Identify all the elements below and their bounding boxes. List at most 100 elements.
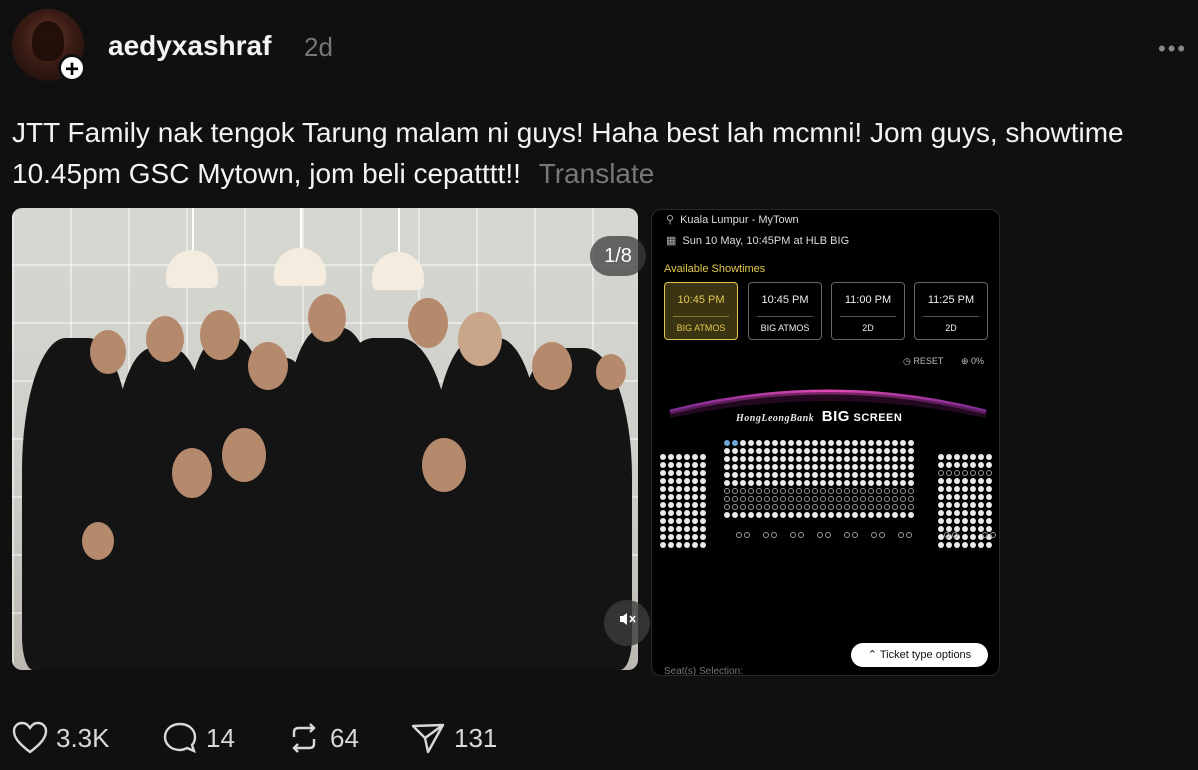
seat[interactable] — [756, 440, 762, 446]
seat[interactable] — [788, 496, 794, 502]
seat[interactable] — [676, 510, 682, 516]
seat[interactable] — [962, 462, 968, 468]
seat[interactable] — [748, 504, 754, 510]
seat[interactable] — [780, 496, 786, 502]
seat[interactable] — [804, 448, 810, 454]
seat[interactable] — [892, 504, 898, 510]
seat[interactable] — [692, 454, 698, 460]
seat[interactable] — [692, 462, 698, 468]
seat[interactable] — [740, 472, 746, 478]
seat[interactable] — [892, 456, 898, 462]
seat[interactable] — [876, 448, 882, 454]
seat[interactable] — [676, 462, 682, 468]
seat[interactable] — [970, 518, 976, 524]
seat[interactable] — [772, 480, 778, 486]
seat[interactable] — [946, 470, 952, 476]
seat[interactable] — [970, 454, 976, 460]
seat[interactable] — [852, 448, 858, 454]
seat[interactable] — [790, 532, 796, 538]
seat[interactable] — [820, 456, 826, 462]
seat[interactable] — [772, 440, 778, 446]
seat[interactable] — [986, 478, 992, 484]
seat[interactable] — [900, 472, 906, 478]
seat[interactable] — [900, 480, 906, 486]
seat[interactable] — [946, 502, 952, 508]
seat[interactable] — [668, 542, 674, 548]
seat[interactable] — [756, 512, 762, 518]
seat[interactable] — [860, 448, 866, 454]
repost-button[interactable]: 64 — [286, 718, 359, 758]
seat[interactable] — [764, 440, 770, 446]
seat[interactable] — [812, 456, 818, 462]
seat[interactable] — [756, 464, 762, 470]
seat[interactable] — [962, 518, 968, 524]
seat[interactable] — [844, 472, 850, 478]
seat[interactable] — [954, 478, 960, 484]
seat[interactable] — [828, 488, 834, 494]
seat[interactable] — [724, 464, 730, 470]
seat[interactable] — [764, 488, 770, 494]
seat[interactable] — [962, 486, 968, 492]
seat[interactable] — [946, 518, 952, 524]
seat[interactable] — [676, 486, 682, 492]
seat[interactable] — [938, 454, 944, 460]
seat[interactable] — [684, 518, 690, 524]
seat[interactable] — [970, 462, 976, 468]
seat[interactable] — [825, 532, 831, 538]
seat[interactable] — [804, 512, 810, 518]
seat[interactable] — [836, 464, 842, 470]
seat[interactable] — [684, 462, 690, 468]
seat[interactable] — [852, 512, 858, 518]
seat[interactable] — [700, 518, 706, 524]
seat[interactable] — [828, 456, 834, 462]
seat[interactable] — [740, 480, 746, 486]
translate-link[interactable]: Translate — [539, 158, 655, 189]
seat[interactable] — [978, 486, 984, 492]
seat[interactable] — [954, 462, 960, 468]
seat[interactable] — [780, 472, 786, 478]
seat[interactable] — [692, 526, 698, 532]
seat[interactable] — [946, 542, 952, 548]
seat[interactable] — [692, 478, 698, 484]
seat[interactable] — [986, 454, 992, 460]
seat[interactable] — [772, 472, 778, 478]
seat[interactable] — [668, 494, 674, 500]
seat[interactable] — [852, 464, 858, 470]
seat[interactable] — [978, 526, 984, 532]
seat[interactable] — [844, 480, 850, 486]
seat[interactable] — [692, 486, 698, 492]
seat[interactable] — [900, 488, 906, 494]
seat[interactable] — [852, 496, 858, 502]
seat[interactable] — [978, 502, 984, 508]
seat[interactable] — [970, 526, 976, 532]
seat[interactable] — [938, 478, 944, 484]
seat[interactable] — [828, 496, 834, 502]
seat[interactable] — [700, 510, 706, 516]
seat[interactable] — [788, 480, 794, 486]
seat[interactable] — [796, 440, 802, 446]
seat[interactable] — [978, 518, 984, 524]
seat[interactable] — [946, 494, 952, 500]
comment-button[interactable]: 14 — [162, 718, 235, 758]
seat[interactable] — [812, 512, 818, 518]
seat[interactable] — [724, 512, 730, 518]
seat[interactable] — [804, 504, 810, 510]
seat[interactable] — [740, 512, 746, 518]
seat[interactable] — [780, 480, 786, 486]
seat[interactable] — [820, 512, 826, 518]
seat[interactable] — [676, 470, 682, 476]
seat[interactable] — [828, 440, 834, 446]
seat[interactable] — [764, 464, 770, 470]
seat[interactable] — [954, 470, 960, 476]
seat[interactable] — [970, 510, 976, 516]
seat[interactable] — [660, 454, 666, 460]
seat[interactable] — [876, 464, 882, 470]
seat[interactable] — [780, 464, 786, 470]
seat[interactable] — [764, 504, 770, 510]
seat[interactable] — [788, 488, 794, 494]
seat[interactable] — [796, 472, 802, 478]
seat[interactable] — [668, 454, 674, 460]
seat[interactable] — [954, 510, 960, 516]
seat[interactable] — [908, 448, 914, 454]
more-options-icon[interactable]: ••• — [1158, 36, 1187, 62]
